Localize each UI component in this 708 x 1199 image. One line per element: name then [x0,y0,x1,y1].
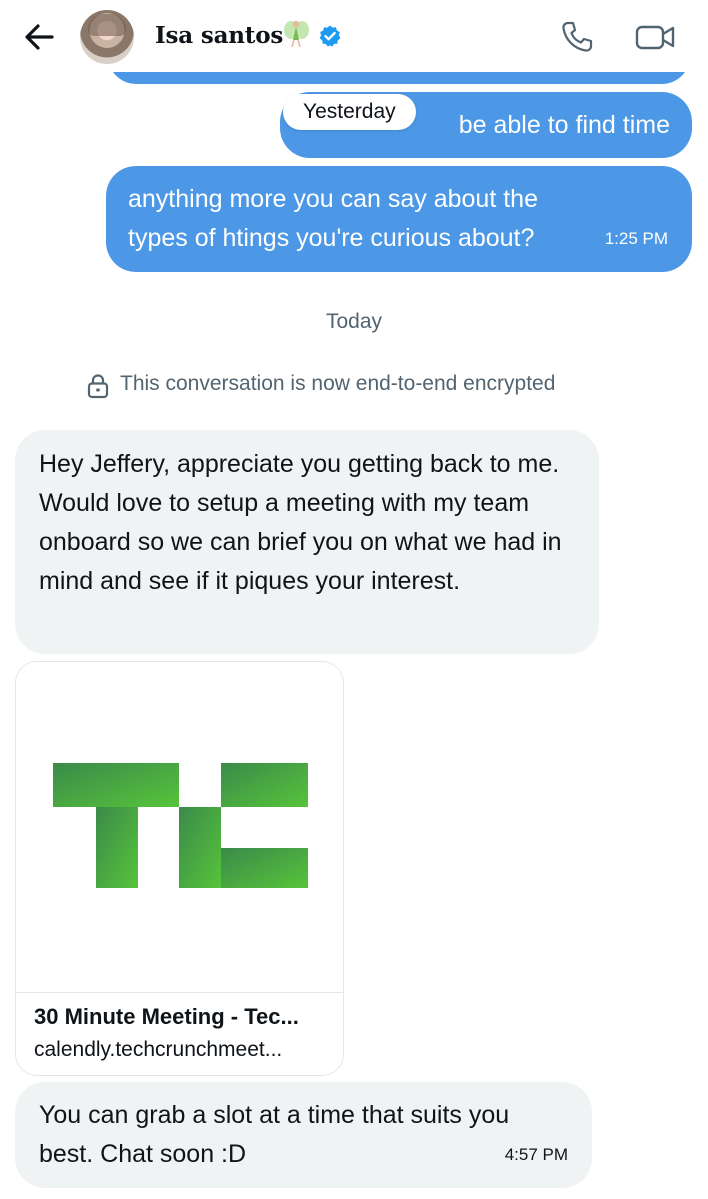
message-text: Hey Jeffery, appreciate you getting back… [39,450,562,595]
video-camera-icon[interactable] [634,22,676,52]
phone-icon[interactable] [560,20,594,54]
message-bubble-received[interactable]: Hey Jeffery, appreciate you getting back… [15,430,599,654]
message-timestamp: 4:57 PM [504,1145,568,1164]
contact-name[interactable]: Isa santos [155,22,283,49]
message-bubble-sent[interactable]: anything more you can say about the type… [106,166,692,272]
fairy-emoji-icon [284,20,309,48]
link-preview-url: calendly.techcrunchmeet... [34,1038,283,1061]
link-preview-image [16,662,343,992]
back-arrow-icon[interactable] [22,20,56,54]
message-bubble-received[interactable]: You can grab a slot at a time that suits… [15,1082,592,1188]
message-timestamp: 1:25 PM [604,229,668,248]
techcrunch-logo [53,763,308,888]
link-preview-title: 30 Minute Meeting - Tec... [34,1004,299,1029]
lock-icon [87,374,109,399]
message-text: You can grab a slot at a time that suits… [39,1101,510,1168]
divider [16,992,343,993]
message-text: anything more you can say about the type… [128,185,538,252]
date-divider-yesterday: Yesterday [283,94,416,130]
date-divider-today: Today [325,310,383,333]
chat-header: Isa santos [0,0,708,72]
link-preview-card[interactable]: 30 Minute Meeting - Tec... calendly.tech… [15,661,344,1076]
avatar[interactable] [80,10,134,64]
verified-badge-icon [319,25,341,47]
encryption-notice-text: This conversation is now end-to-end encr… [120,372,556,395]
message-text: be able to find time [458,111,670,139]
